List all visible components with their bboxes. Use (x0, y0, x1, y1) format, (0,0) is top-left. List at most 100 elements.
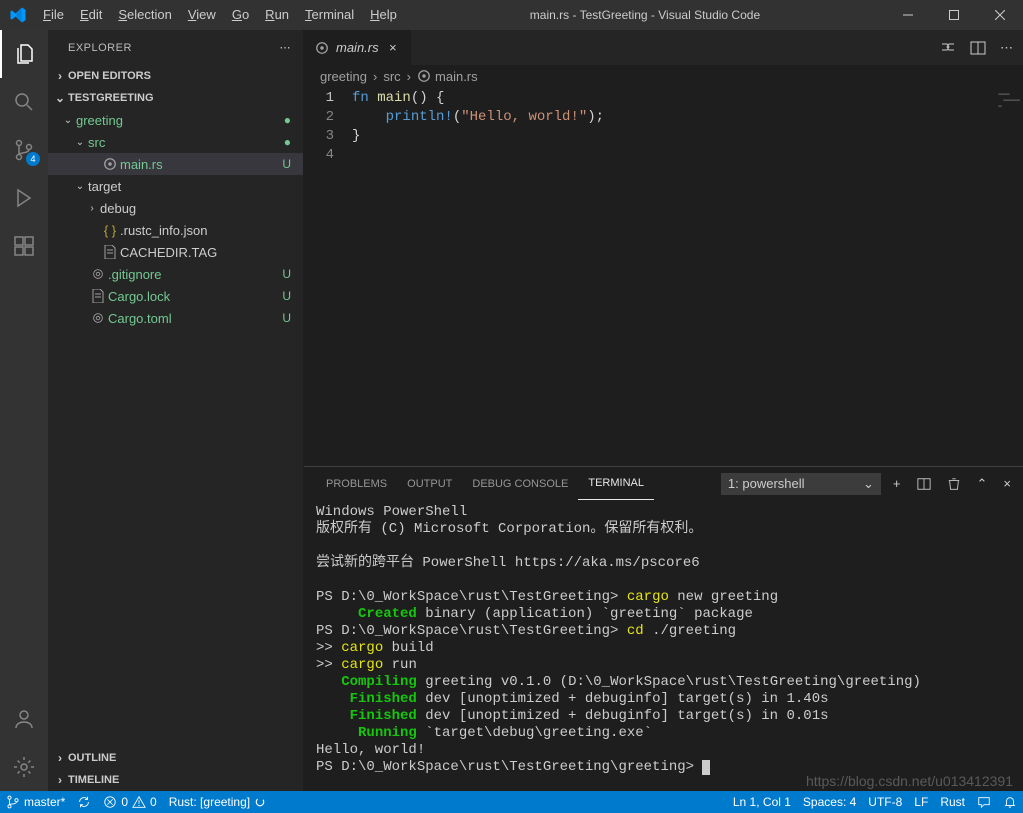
outline-label: OUTLINE (68, 752, 116, 764)
breadcrumb-src[interactable]: src (383, 69, 400, 84)
tab-main-rs[interactable]: main.rs × (304, 30, 412, 65)
error-icon (103, 795, 117, 809)
chevron-down-icon: ⌄ (52, 91, 68, 105)
menu-go[interactable]: Go (224, 0, 257, 30)
file-label: .gitignore (108, 267, 282, 282)
menu-edit[interactable]: Edit (72, 0, 110, 30)
breadcrumb-main-rs[interactable]: main.rs (417, 69, 478, 84)
activity-extensions[interactable] (0, 222, 48, 270)
maximize-button[interactable] (931, 0, 977, 30)
status-eol[interactable]: LF (908, 791, 934, 813)
explorer-title: EXPLORER (68, 42, 132, 54)
outline-section[interactable]: › OUTLINE (48, 747, 303, 769)
split-terminal-icon[interactable] (917, 477, 931, 491)
code-editor[interactable]: 1 2 3 4 fn main() { println!("Hello, wor… (304, 87, 1023, 466)
activity-source-control[interactable]: 4 (0, 126, 48, 174)
workspace-section[interactable]: ⌄ TESTGREETING (48, 87, 303, 109)
file-main-rs[interactable]: main.rs U (48, 153, 303, 175)
status-cursor-pos[interactable]: Ln 1, Col 1 (727, 791, 797, 813)
explorer-more-icon[interactable]: ⋯ (280, 41, 292, 54)
open-editors-section[interactable]: › OPEN EDITORS (48, 65, 303, 87)
new-terminal-icon[interactable]: + (893, 476, 901, 491)
account-icon (12, 707, 36, 731)
activity-explorer[interactable] (0, 30, 48, 78)
file-label: Cargo.toml (108, 311, 282, 326)
git-dot-icon: ● (284, 135, 295, 149)
terminal-selector[interactable]: 1: powershell ⌄ (721, 473, 881, 495)
gear-file-icon (88, 311, 108, 325)
file-cargo-lock[interactable]: Cargo.lock U (48, 285, 303, 307)
minimap[interactable]: ▬▬▬▬ ▬▬▬▬▬▬▬ (998, 91, 1019, 109)
activity-run[interactable] (0, 174, 48, 222)
minimize-button[interactable] (885, 0, 931, 30)
status-branch[interactable]: master* (0, 791, 71, 813)
status-sync[interactable] (71, 791, 97, 813)
more-actions-icon[interactable]: ⋯ (1000, 40, 1013, 56)
file-label: Cargo.lock (108, 289, 282, 304)
spinner-icon (254, 796, 266, 808)
file-icon (88, 289, 108, 303)
file-rustc-info[interactable]: { } .rustc_info.json (48, 219, 303, 241)
rust-file-icon (100, 157, 120, 171)
panel-tabs: PROBLEMS OUTPUT DEBUG CONSOLE TERMINAL 1… (304, 467, 1023, 500)
compare-changes-icon[interactable] (940, 40, 956, 56)
folder-target[interactable]: ⌄ target (48, 175, 303, 197)
activity-accounts[interactable] (0, 695, 48, 743)
menu-run[interactable]: Run (257, 0, 297, 30)
menu-terminal[interactable]: Terminal (297, 0, 362, 30)
file-label: CACHEDIR.TAG (120, 245, 295, 260)
activity-bar: 4 (0, 30, 48, 791)
chevron-right-icon: › (84, 203, 100, 214)
close-button[interactable] (977, 0, 1023, 30)
menu-view[interactable]: View (180, 0, 224, 30)
kill-terminal-icon[interactable] (947, 477, 961, 491)
activity-search[interactable] (0, 78, 48, 126)
chevron-right-icon: › (407, 69, 411, 84)
file-gitignore[interactable]: .gitignore U (48, 263, 303, 285)
file-icon (100, 245, 120, 259)
status-indent[interactable]: Spaces: 4 (797, 791, 862, 813)
breadcrumb-greeting[interactable]: greeting (320, 69, 367, 84)
status-encoding[interactable]: UTF-8 (862, 791, 908, 813)
status-language[interactable]: Rust (934, 791, 971, 813)
extensions-icon (12, 234, 36, 258)
menu-file[interactable]: File (35, 0, 72, 30)
menu-help[interactable]: Help (362, 0, 405, 30)
folder-label: greeting (76, 113, 284, 128)
folder-src[interactable]: ⌄ src ● (48, 131, 303, 153)
maximize-panel-icon[interactable]: ⌃ (977, 476, 988, 492)
play-bug-icon (12, 186, 36, 210)
split-editor-icon[interactable] (970, 40, 986, 56)
panel-tab-output[interactable]: OUTPUT (397, 467, 462, 500)
timeline-section[interactable]: › TIMELINE (48, 769, 303, 791)
folder-label: target (88, 179, 295, 194)
file-cachedir[interactable]: CACHEDIR.TAG (48, 241, 303, 263)
code-content[interactable]: fn main() { println!("Hello, world!"); } (352, 89, 1023, 466)
breadcrumbs: greeting › src › main.rs (304, 65, 1023, 87)
close-panel-icon[interactable]: × (1003, 476, 1011, 491)
open-editors-label: OPEN EDITORS (68, 70, 151, 82)
status-feedback[interactable] (971, 791, 997, 813)
file-cargo-toml[interactable]: Cargo.toml U (48, 307, 303, 329)
terminal-content[interactable]: Windows PowerShell版权所有 (C) Microsoft Cor… (304, 500, 1023, 791)
panel-tab-problems[interactable]: PROBLEMS (316, 467, 397, 500)
bottom-panel: PROBLEMS OUTPUT DEBUG CONSOLE TERMINAL 1… (304, 466, 1023, 791)
status-bar: master* 0 0 Rust: [greeting] Ln 1, Col 1… (0, 791, 1023, 813)
menu-selection[interactable]: Selection (110, 0, 179, 30)
status-notifications[interactable] (997, 791, 1023, 813)
file-label: main.rs (120, 157, 282, 172)
rust-file-icon (417, 69, 431, 83)
folder-label: debug (100, 201, 295, 216)
git-status: U (282, 157, 295, 171)
activity-settings[interactable] (0, 743, 48, 791)
status-rust[interactable]: Rust: [greeting] (163, 791, 272, 813)
panel-tab-debug-console[interactable]: DEBUG CONSOLE (462, 467, 578, 500)
window-controls (885, 0, 1023, 30)
panel-tab-terminal[interactable]: TERMINAL (578, 467, 654, 500)
folder-greeting[interactable]: ⌄ greeting ● (48, 109, 303, 131)
status-problems[interactable]: 0 0 (97, 791, 162, 813)
tab-label: main.rs (336, 40, 379, 55)
folder-debug[interactable]: › debug (48, 197, 303, 219)
panel-actions: + ⌃ × (893, 476, 1011, 492)
tab-close-icon[interactable]: × (385, 40, 401, 55)
